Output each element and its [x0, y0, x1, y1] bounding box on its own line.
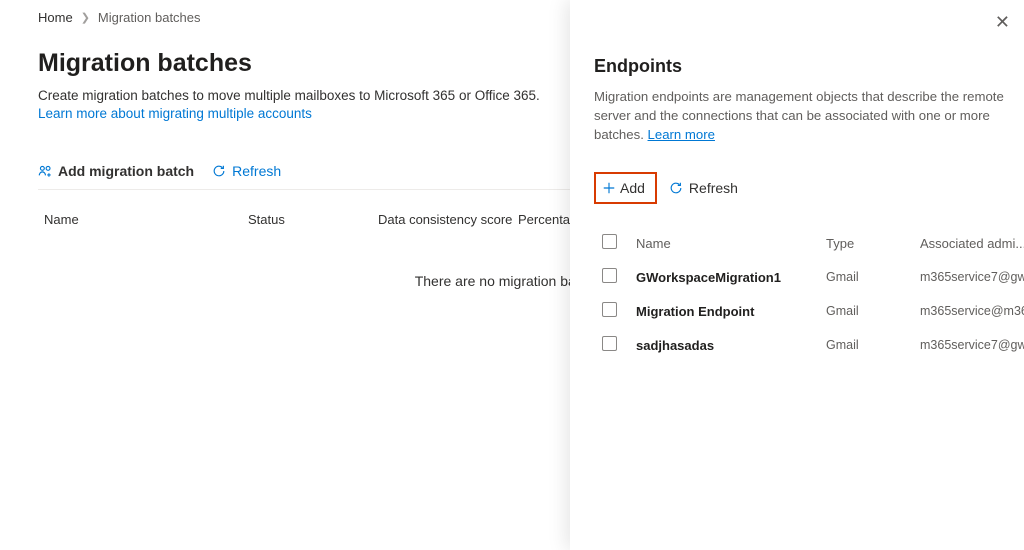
- row-type: Gmail: [826, 304, 920, 318]
- panel-refresh-button[interactable]: Refresh: [669, 180, 738, 196]
- panel-refresh-label: Refresh: [689, 180, 738, 196]
- learn-more-link[interactable]: Learn more about migrating multiple acco…: [38, 106, 312, 121]
- select-all-checkbox[interactable]: [602, 234, 617, 249]
- row-admin: m365service@m365: [920, 304, 1024, 318]
- breadcrumb-current: Migration batches: [98, 10, 201, 25]
- table-row[interactable]: GWorkspaceMigration1 Gmail m365service7@…: [594, 260, 1024, 294]
- panel-title: Endpoints: [594, 56, 1024, 77]
- col-dcs[interactable]: Data consistency score: [378, 212, 518, 227]
- table-row[interactable]: sadjhasadas Gmail m365service7@gwo: [594, 328, 1024, 362]
- add-endpoint-button[interactable]: Add: [594, 172, 657, 204]
- plus-icon: [602, 181, 616, 195]
- row-type: Gmail: [826, 270, 920, 284]
- row-type: Gmail: [826, 338, 920, 352]
- table-row[interactable]: Migration Endpoint Gmail m365service@m36…: [594, 294, 1024, 328]
- add-migration-batch-button[interactable]: Add migration batch: [38, 163, 194, 179]
- endpoints-panel: ✕ Endpoints Migration endpoints are mana…: [570, 0, 1024, 550]
- panel-description: Migration endpoints are management objec…: [594, 87, 1024, 144]
- col-endpoint-name[interactable]: Name: [636, 236, 826, 251]
- add-user-icon: [38, 164, 52, 178]
- panel-toolbar: Add Refresh: [594, 172, 1024, 204]
- close-icon[interactable]: ✕: [995, 12, 1010, 33]
- refresh-icon: [669, 181, 683, 195]
- col-name[interactable]: Name: [38, 212, 248, 227]
- main-refresh-button[interactable]: Refresh: [212, 163, 281, 179]
- col-endpoint-admin[interactable]: Associated admi...: [920, 236, 1024, 251]
- col-status[interactable]: Status: [248, 212, 378, 227]
- endpoints-table-header: Name Type Associated admi...: [594, 226, 1024, 260]
- refresh-label: Refresh: [232, 163, 281, 179]
- row-checkbox[interactable]: [602, 336, 617, 351]
- chevron-right-icon: ❯: [81, 11, 90, 24]
- row-admin: m365service7@gwo: [920, 338, 1024, 352]
- row-name: GWorkspaceMigration1: [636, 270, 826, 285]
- row-name: Migration Endpoint: [636, 304, 826, 319]
- endpoints-table: Name Type Associated admi... GWorkspaceM…: [594, 226, 1024, 362]
- row-admin: m365service7@gwo: [920, 270, 1024, 284]
- row-checkbox[interactable]: [602, 268, 617, 283]
- row-checkbox[interactable]: [602, 302, 617, 317]
- col-endpoint-type[interactable]: Type: [826, 236, 920, 251]
- row-name: sadjhasadas: [636, 338, 826, 353]
- panel-learn-more-link[interactable]: Learn more: [648, 127, 715, 142]
- add-batch-label: Add migration batch: [58, 163, 194, 179]
- breadcrumb-home[interactable]: Home: [38, 10, 73, 25]
- refresh-icon: [212, 164, 226, 178]
- add-label: Add: [620, 180, 645, 196]
